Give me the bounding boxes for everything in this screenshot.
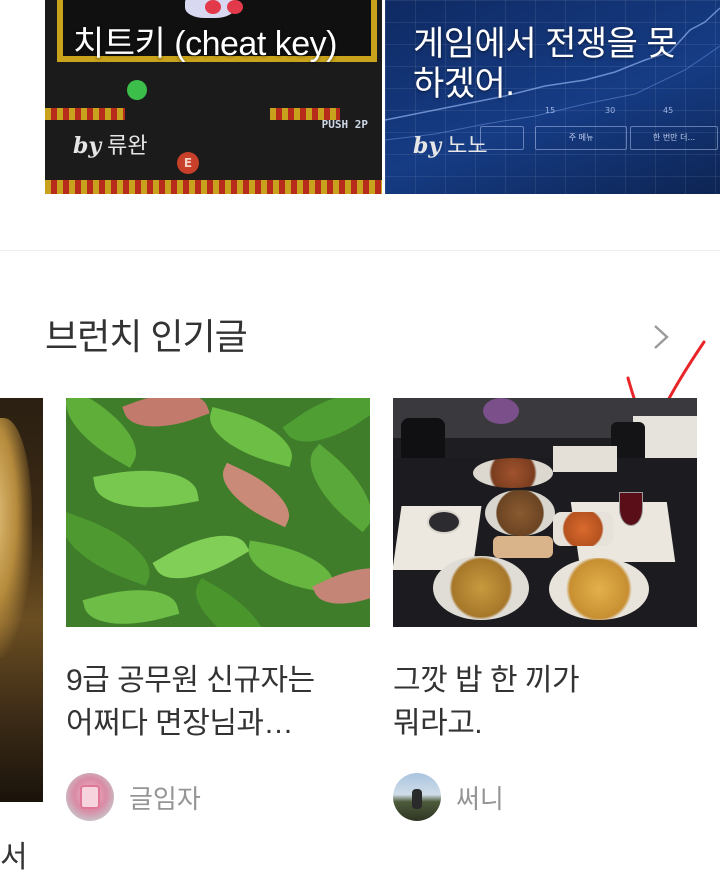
post-title[interactable]: 9급 공무원 신규자는 어쩌다 면장님과… xyxy=(66,659,370,745)
peek-image-highlight xyxy=(0,418,32,658)
leaf-shape xyxy=(122,398,210,441)
leaf-shape xyxy=(66,512,161,586)
placemat xyxy=(553,446,617,472)
food-plate xyxy=(553,512,613,546)
top-card-author-line: by 류완 xyxy=(73,128,148,160)
leaf-shape xyxy=(212,462,300,528)
top-card-author-line: by 노노 xyxy=(413,128,488,160)
previous-card-peek-image[interactable] xyxy=(0,398,43,802)
post-card[interactable]: 9급 공무원 신규자는 어쩌다 면장님과… 글임자 xyxy=(66,398,370,821)
section-divider xyxy=(0,250,720,251)
wine-glass xyxy=(619,492,643,526)
food-plate xyxy=(485,490,555,536)
leaf-shape xyxy=(202,407,300,467)
top-card-author: 류완 xyxy=(107,134,148,159)
post-thumbnail-dinner[interactable] xyxy=(393,398,697,627)
avatar-figure xyxy=(412,789,422,809)
chart-mini-tab: 주 메뉴 xyxy=(535,126,627,150)
by-label: by xyxy=(413,133,442,159)
post-title-line: 어쩌다 면장님과… xyxy=(66,707,294,740)
post-thumbnail-leaves[interactable] xyxy=(66,398,370,627)
food-plate xyxy=(473,458,553,488)
top-card-title: 치트키 (cheat key) xyxy=(73,25,337,63)
brick-platform xyxy=(45,108,125,120)
post-title-line: 뭐라고. xyxy=(393,707,483,740)
chart-tick-label: 45 xyxy=(663,106,674,115)
bowl xyxy=(427,510,461,534)
leaf-shape xyxy=(182,578,280,627)
leaf-shape xyxy=(82,577,180,627)
top-card-war-game[interactable]: 15 30 45 주 메뉴 한 번만 더... 게임에서 전쟁을 못하겠어. b… xyxy=(385,0,720,194)
food-plate xyxy=(549,558,649,620)
top-card-author: 노노 xyxy=(447,134,488,159)
leaf-shape xyxy=(293,443,370,533)
brick-floor xyxy=(45,180,382,194)
post-author-row[interactable]: 글임자 xyxy=(66,773,370,821)
post-card[interactable]: 그깟 밥 한 끼가 뭐라고. 써니 xyxy=(393,398,697,821)
post-title-line: 그깟 밥 한 끼가 xyxy=(393,664,580,697)
post-author-row[interactable]: 써니 xyxy=(393,773,697,821)
push-2p-text: PUSH 2P xyxy=(321,118,368,131)
author-name[interactable]: 써니 xyxy=(456,779,504,816)
post-title[interactable]: 그깟 밥 한 끼가 뭐라고. xyxy=(393,659,697,745)
top-card-title: 게임에서 전쟁을 못하겠어. xyxy=(413,25,678,103)
section-title: 브런치 인기글 xyxy=(45,316,248,357)
food-plate xyxy=(493,536,553,558)
extend-letter-badge: E xyxy=(177,152,199,174)
author-name[interactable]: 글임자 xyxy=(129,779,201,816)
author-avatar[interactable] xyxy=(393,773,441,821)
top-card-cheat-key[interactable]: PUSH 2P E 치트키 (cheat key) by 류완 xyxy=(45,0,382,194)
chart-mini-tab: 한 번만 더... xyxy=(630,126,718,150)
previous-card-peek-title[interactable]: 서 xyxy=(0,832,28,870)
food-plate xyxy=(433,556,529,620)
by-label: by xyxy=(73,133,102,159)
chart-tick-label: 30 xyxy=(605,106,616,115)
flower-vase xyxy=(483,398,519,424)
bubble-dragon-sprite xyxy=(205,0,221,14)
leaf-shape xyxy=(312,552,370,620)
bubble-dragon-sprite xyxy=(227,0,243,14)
leaf-shape xyxy=(93,459,199,519)
author-avatar[interactable] xyxy=(66,773,114,821)
post-title-line: 9급 공무원 신규자는 xyxy=(66,664,315,697)
green-dragon-sprite xyxy=(127,80,147,100)
avatar-figure xyxy=(80,785,100,809)
chart-tick-label: 15 xyxy=(545,106,556,115)
